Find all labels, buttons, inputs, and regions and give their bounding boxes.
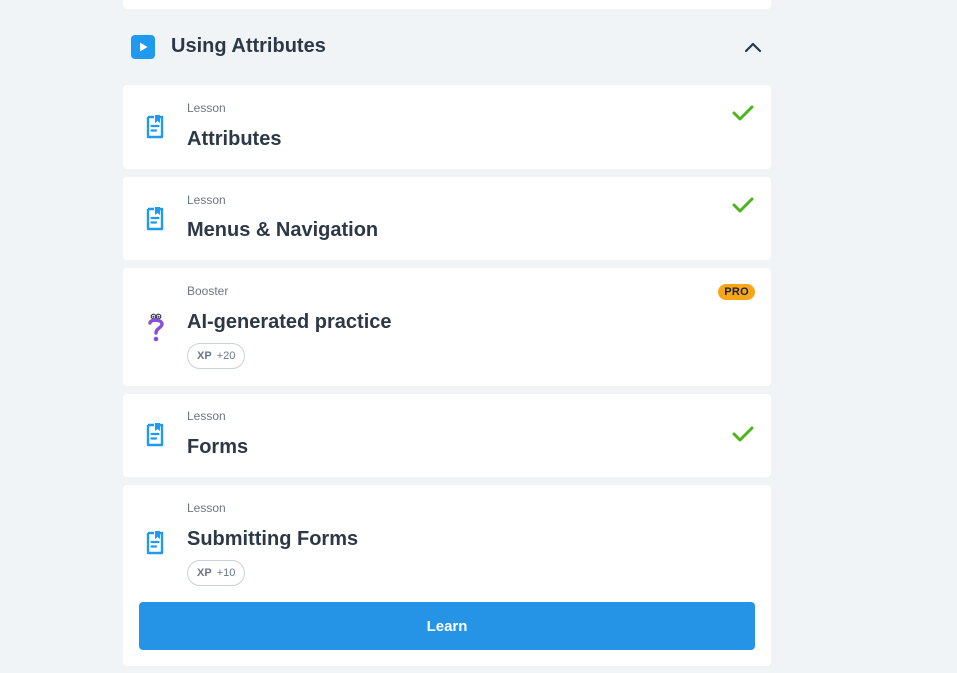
item-title: Submitting Forms (187, 528, 359, 550)
lesson-card-submitting-forms[interactable]: Lesson Submitting Forms XP +10 Learn (123, 485, 771, 666)
question-mark-icon (145, 312, 167, 344)
booster-card-ai-practice[interactable]: Booster PRO AI-generated practice XP +20 (123, 268, 771, 386)
item-type: Lesson (187, 501, 226, 515)
xp-value: +10 (216, 567, 236, 579)
xp-pill: XP +10 (187, 560, 246, 586)
item-title: AI-generated practice (187, 311, 392, 333)
learn-button[interactable]: Learn (139, 602, 755, 650)
lesson-icon (145, 206, 165, 232)
lesson-card-menus-navigation[interactable]: Lesson Menus & Navigation (123, 177, 771, 260)
play-icon (131, 35, 155, 59)
item-type: Lesson (187, 409, 226, 423)
check-icon (732, 425, 754, 443)
item-title: Menus & Navigation (187, 219, 379, 241)
xp-label: XP (197, 350, 212, 362)
section-header[interactable]: Using Attributes (123, 28, 771, 66)
lesson-icon (145, 114, 165, 140)
item-type: Booster (187, 284, 229, 298)
lesson-icon (145, 530, 165, 556)
previous-section-card (123, 0, 771, 9)
lesson-card-attributes[interactable]: Lesson Attributes (123, 85, 771, 169)
item-title: Forms (187, 436, 249, 458)
item-title: Attributes (187, 128, 282, 150)
item-type: Lesson (187, 193, 226, 207)
check-icon (732, 104, 754, 122)
lesson-card-forms[interactable]: Lesson Forms (123, 394, 771, 477)
xp-label: XP (197, 567, 212, 579)
item-type: Lesson (187, 101, 226, 115)
chevron-up-icon[interactable] (743, 37, 763, 57)
xp-value: +20 (216, 350, 236, 362)
xp-pill: XP +20 (187, 343, 246, 369)
check-icon (732, 196, 754, 214)
lesson-icon (145, 422, 165, 448)
pro-badge: PRO (718, 284, 755, 300)
section-title: Using Attributes (171, 35, 326, 57)
